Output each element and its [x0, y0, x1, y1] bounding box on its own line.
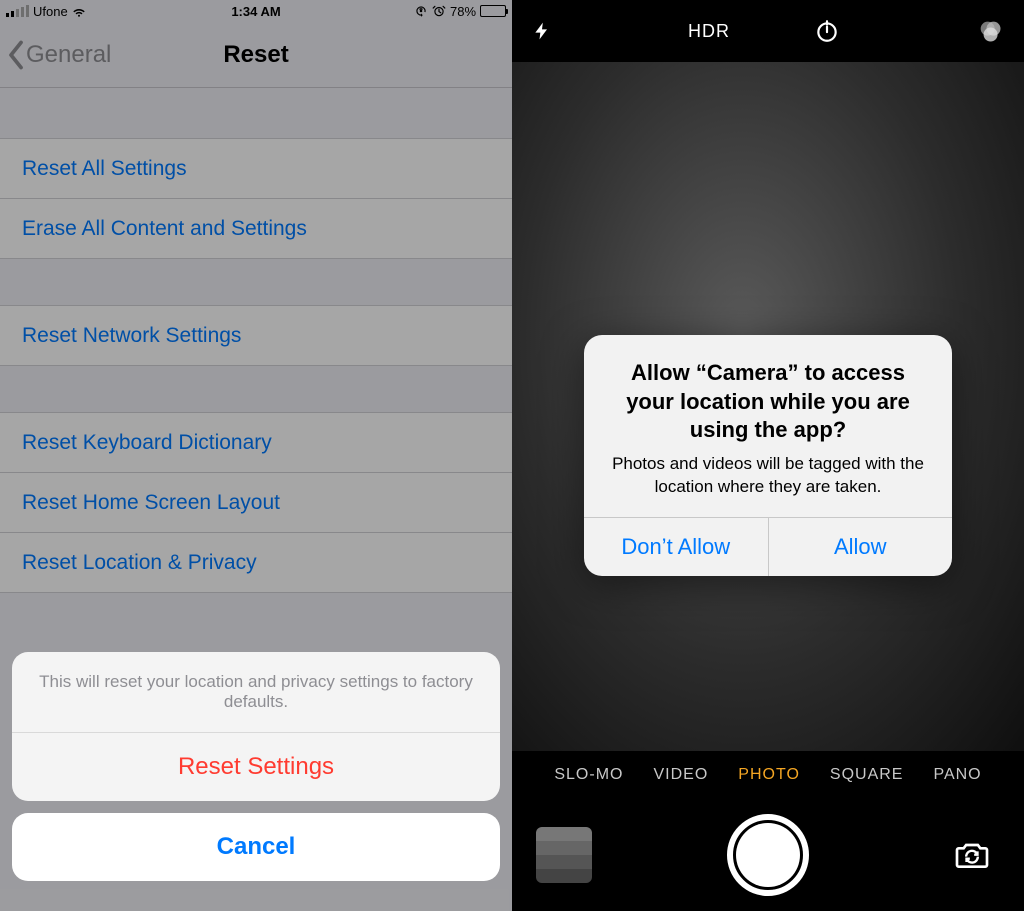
- alert-message: Photos and videos will be tagged with th…: [606, 453, 930, 499]
- status-time: 1:34 AM: [173, 4, 340, 19]
- status-bar: Ufone 1:34 AM 78%: [0, 0, 512, 22]
- row-erase-all-content[interactable]: Erase All Content and Settings: [0, 199, 512, 259]
- battery-pct: 78%: [450, 4, 476, 19]
- reset-settings-button[interactable]: Reset Settings: [12, 733, 500, 801]
- battery-icon: [480, 5, 506, 17]
- back-label: General: [26, 41, 111, 69]
- alert-title: Allow “Camera” to access your location w…: [606, 359, 930, 445]
- row-reset-location-privacy[interactable]: Reset Location & Privacy: [0, 533, 512, 593]
- row-reset-all-settings[interactable]: Reset All Settings: [0, 139, 512, 199]
- orientation-lock-icon: [414, 4, 428, 18]
- action-sheet-message: This will reset your location and privac…: [12, 652, 500, 733]
- alert-backdrop: Allow “Camera” to access your location w…: [512, 0, 1024, 911]
- row-reset-home-screen-layout[interactable]: Reset Home Screen Layout: [0, 473, 512, 533]
- cancel-button[interactable]: Cancel: [12, 813, 500, 881]
- signal-icon: [6, 5, 29, 17]
- settings-screen: Ufone 1:34 AM 78% General Reset Reset Al…: [0, 0, 512, 911]
- alarm-icon: [432, 4, 446, 18]
- settings-list: Reset All Settings Erase All Content and…: [0, 88, 512, 593]
- back-button[interactable]: General: [8, 40, 111, 70]
- action-sheet: This will reset your location and privac…: [12, 652, 500, 893]
- carrier-label: Ufone: [33, 4, 68, 19]
- camera-screen: HDR SLO-MO VIDEO PHOTO SQUARE PANO Allow: [512, 0, 1024, 911]
- wifi-icon: [72, 4, 86, 18]
- dont-allow-button[interactable]: Don’t Allow: [584, 518, 768, 576]
- row-reset-network-settings[interactable]: Reset Network Settings: [0, 306, 512, 366]
- allow-button[interactable]: Allow: [768, 518, 953, 576]
- nav-bar: General Reset: [0, 22, 512, 88]
- location-permission-alert: Allow “Camera” to access your location w…: [584, 335, 952, 576]
- row-reset-keyboard-dictionary[interactable]: Reset Keyboard Dictionary: [0, 413, 512, 473]
